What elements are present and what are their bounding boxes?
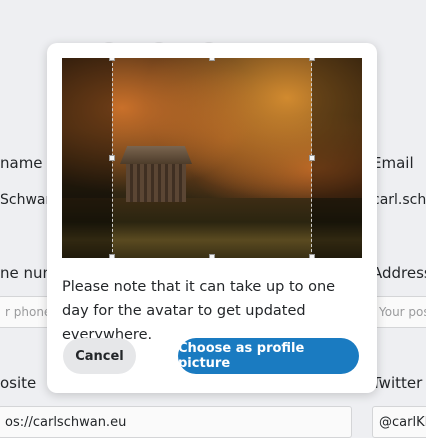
avatar-image [62,58,362,258]
crop-handle-top-left[interactable] [109,58,115,61]
crop-handle-bottom-left[interactable] [109,254,115,258]
avatar-crop-dialog: Please note that it can take up to one d… [47,43,377,393]
crop-handle-top-right[interactable] [309,58,315,61]
update-delay-note: Please note that it can take up to one d… [62,279,336,343]
crop-handle-bottom-right[interactable] [309,254,315,258]
crop-handle-left[interactable] [109,155,115,161]
crop-selection[interactable] [112,58,312,257]
crop-shade-right [312,58,362,258]
crop-handle-right[interactable] [309,155,315,161]
choose-profile-picture-button[interactable]: Choose as profile picture [178,338,359,374]
crop-handle-bottom[interactable] [209,254,215,258]
crop-shade-left [62,58,112,258]
cancel-button[interactable]: Cancel [63,338,136,374]
crop-handle-top[interactable] [209,58,215,61]
